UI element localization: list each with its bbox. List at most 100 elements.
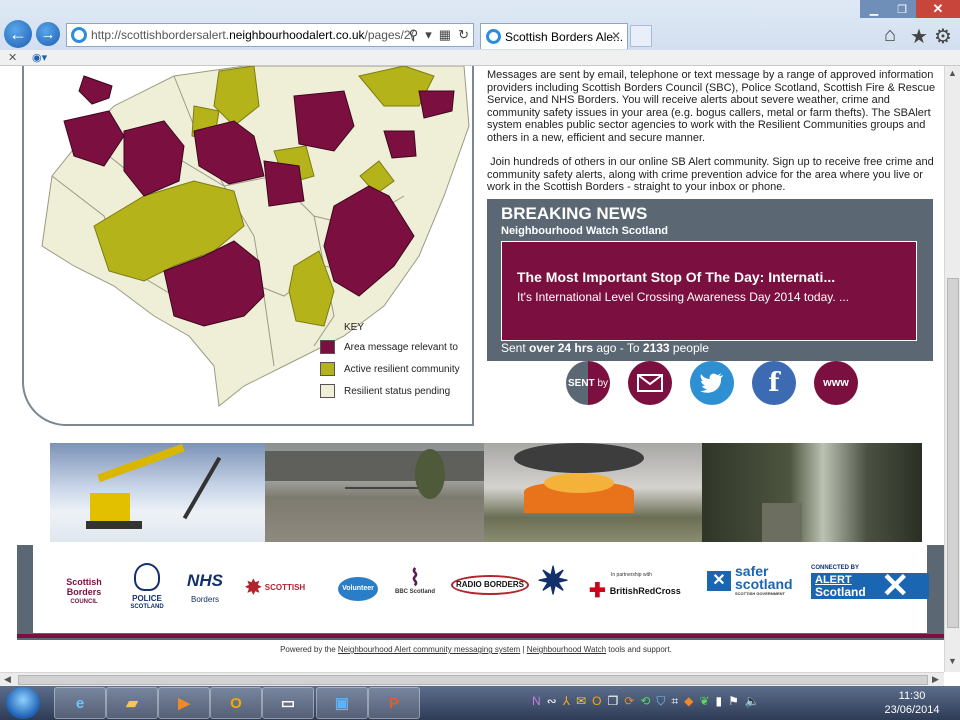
remote-desktop-icon: ▣ (334, 695, 350, 712)
maximize-button[interactable]: ❐ (888, 0, 916, 18)
tray-sync-icon[interactable]: ⟳ (624, 694, 640, 708)
news-card[interactable]: The Most Important Stop Of The Day: Inte… (501, 241, 917, 341)
taskbar-outlook[interactable]: O (210, 687, 262, 719)
tab-close-icon[interactable]: ✕ (611, 29, 621, 43)
twitter-bird-icon (700, 373, 723, 393)
close-bar-icon[interactable]: ✕ (8, 51, 17, 64)
onenote-icon[interactable]: N (532, 694, 547, 708)
twitter-button[interactable] (690, 361, 734, 405)
news-headline[interactable]: The Most Important Stop Of The Day: Inte… (517, 269, 835, 285)
safer-line2: scotland (735, 576, 793, 592)
key-label-pending: Resilient status pending (344, 385, 451, 397)
key-row: Area message relevant to (320, 340, 460, 354)
compatibility-icon[interactable]: ▦ (439, 27, 451, 43)
scroll-right-icon[interactable]: ▶ (932, 674, 939, 685)
close-window-button[interactable]: ✕ (916, 0, 960, 18)
clock[interactable]: 11:30 23/06/2014 (880, 689, 944, 717)
tray-mail-icon[interactable]: ✉ (576, 694, 592, 708)
map-panel: KEY Area message relevant to Active resi… (22, 66, 474, 426)
taskbar-window[interactable]: ▭ (262, 687, 314, 719)
gear-icon[interactable]: ⚙ (934, 24, 952, 49)
window-icon: ▭ (280, 695, 296, 712)
favorites-icon[interactable]: ★ (910, 24, 928, 49)
police-star-icon: ✷ (537, 561, 569, 603)
saltire-icon: ✕ (707, 571, 731, 591)
logo-scottish-fire-rescue[interactable]: ✸ SCOTTISH (245, 575, 325, 600)
intro-paragraph: Join hundreds of others in our online SB… (487, 156, 937, 193)
logo-british-red-cross[interactable]: In partnership with ✚ BritishRedCross (589, 572, 699, 603)
address-domain: neighbourhoodalert.co.uk (229, 28, 365, 42)
tab-scottish-borders-alert[interactable]: Scottish Borders Ale... ✕ (480, 23, 628, 49)
taskbar-explorer[interactable]: ▰ (106, 687, 158, 719)
fire-badge-icon: ✸ (245, 577, 262, 599)
www-label: www (823, 377, 849, 389)
tray-shield-icon[interactable]: ⛉ (656, 694, 671, 708)
police-crest-icon (134, 563, 160, 591)
tray-docs-icon[interactable]: ❐ (607, 694, 624, 708)
breaking-news-title: BREAKING NEWS (501, 204, 648, 223)
tray-box-icon[interactable]: ◆ (684, 694, 699, 708)
start-button[interactable] (6, 687, 40, 719)
clock-date: 23/06/2014 (884, 704, 940, 716)
tray-network-icon[interactable]: ⌗ (671, 694, 684, 708)
photo-snow-digger (50, 443, 265, 542)
scroll-down-icon[interactable]: ▼ (948, 656, 957, 666)
footer-link-messaging[interactable]: Neighbourhood Alert community messaging … (338, 645, 520, 654)
alert-small: CONNECTED BY (811, 565, 860, 571)
address-bar[interactable]: http://scottishbordersalert. neighbourhoo… (66, 23, 474, 47)
vertical-scrollbar[interactable]: ▲ ▼ (944, 66, 960, 672)
refresh-icon[interactable]: ↻ (458, 27, 469, 43)
tray-power-icon[interactable]: ▮ (715, 694, 728, 708)
suggested-sites-icon[interactable]: ◉▾ (32, 51, 47, 64)
nhs-sub: Borders (190, 595, 219, 604)
sent-by-button[interactable]: SENT by (566, 361, 610, 405)
nhs-label: NHS (187, 571, 223, 590)
logo-radio-borders[interactable]: RADIO BORDERS (451, 575, 529, 595)
tray-leaf-icon[interactable]: ❦ (699, 694, 715, 708)
taskbar-remote-desktop[interactable]: ▣ (316, 687, 368, 719)
logo-bbc-scotland[interactable]: ⌇ BBC Scotland (389, 567, 441, 596)
home-icon[interactable]: ⌂ (884, 24, 896, 47)
scroll-left-icon[interactable]: ◀ (4, 674, 11, 685)
logo-nhs-borders[interactable]: NHS Borders (181, 571, 229, 604)
logo-police-scotland[interactable]: POLICE SCOTLAND (127, 563, 167, 612)
alert-line2: Scotland (815, 585, 866, 599)
tray-app-icon[interactable]: ∾ (547, 694, 563, 708)
back-button[interactable]: ← (4, 20, 32, 48)
volunteer-label: Volunteer (342, 585, 374, 592)
search-icon[interactable]: ⚲ (409, 27, 419, 43)
footer-link-neighbourhood-watch[interactable]: Neighbourhood Watch (527, 645, 606, 654)
tray-flag-icon[interactable]: ⚑ (728, 694, 745, 708)
photo-flood (265, 443, 484, 542)
play-icon: ▶ (178, 695, 190, 712)
taskbar-powerpoint[interactable]: P (368, 687, 420, 719)
email-button[interactable] (628, 361, 672, 405)
new-tab-button[interactable] (630, 25, 652, 47)
minimize-button[interactable]: ▁ (860, 0, 888, 18)
logo-police-star[interactable]: ✷ (533, 559, 573, 607)
address-path: /pages/2( (364, 28, 415, 42)
sbc-line2: Borders (66, 587, 102, 597)
horizontal-scrollbar[interactable]: ◀ ▶ (0, 672, 944, 686)
alert-saltire-icon: ✕ (881, 567, 910, 605)
volume-icon[interactable]: 🔈 (745, 694, 766, 708)
forward-button[interactable]: → (36, 22, 60, 46)
logo-alert-scotland[interactable]: CONNECTED BY ✕ ALERT Scotland (811, 565, 929, 603)
facebook-button[interactable]: f (752, 361, 796, 405)
website-button[interactable]: www (814, 361, 858, 405)
logo-safer-scotland[interactable]: ✕ safer scotland SCOTTISH GOVERNMENT (707, 564, 807, 597)
sent-age: over 24 hrs (529, 341, 594, 355)
tray-update-icon[interactable]: ⟲ (640, 694, 656, 708)
scroll-up-icon[interactable]: ▲ (948, 68, 957, 78)
tray-person-icon[interactable]: ⅄ (563, 694, 576, 708)
logo-scottish-borders-council[interactable]: Scottish Borders COUNCIL (53, 577, 115, 607)
tray-outlook-icon[interactable]: O (592, 694, 607, 708)
dropdown-icon[interactable]: ▾ (425, 27, 432, 43)
news-summary: It's International Level Crossing Awaren… (517, 290, 850, 304)
logo-volunteer[interactable]: Volunteer (338, 577, 378, 601)
vertical-scroll-thumb[interactable] (947, 278, 959, 628)
taskbar-media-player[interactable]: ▶ (158, 687, 210, 719)
horizontal-scroll-thumb[interactable] (18, 675, 928, 685)
taskbar-internet-explorer[interactable]: e (54, 687, 106, 719)
fire-label: SCOTTISH (264, 583, 306, 592)
